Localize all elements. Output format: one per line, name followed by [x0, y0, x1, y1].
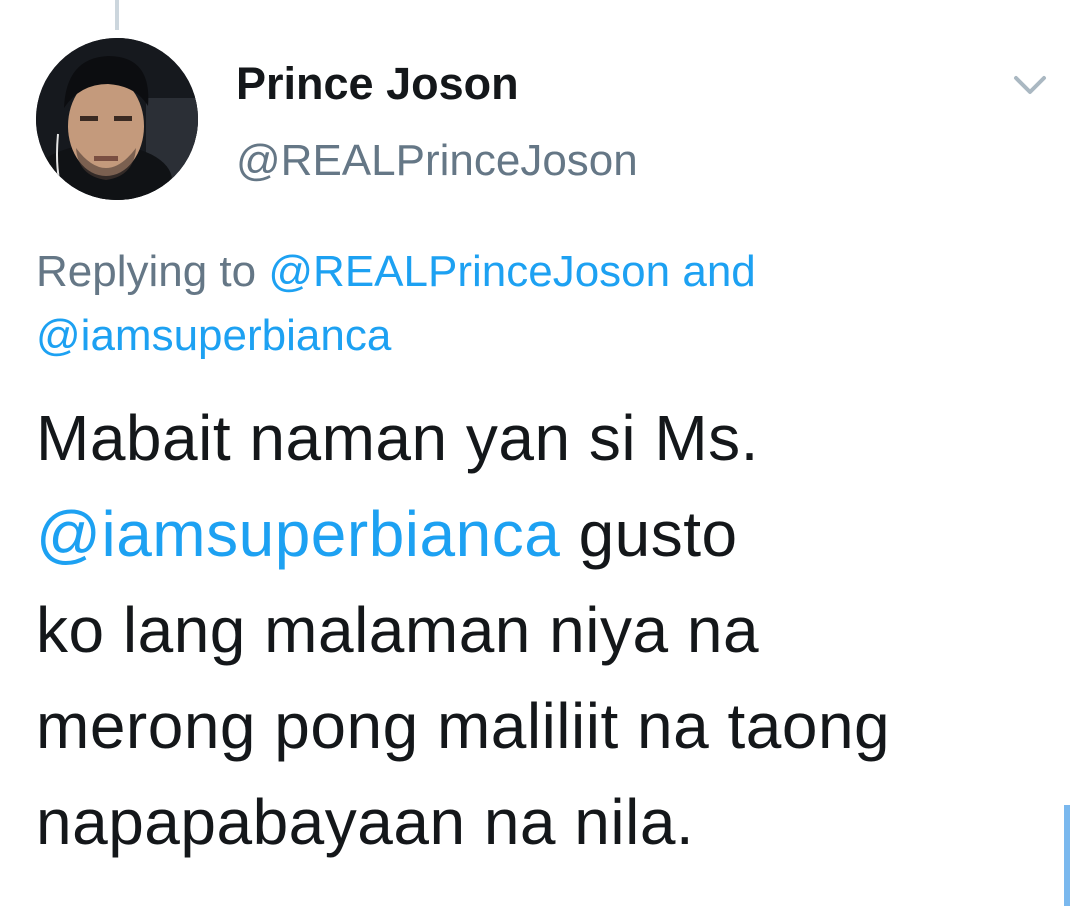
tweet-line-1: Mabait naman yan si Ms.	[36, 402, 759, 474]
tweet-mention[interactable]: @iamsuperbianca	[36, 498, 560, 570]
tweet-menu-button[interactable]	[1006, 68, 1054, 104]
chevron-down-icon	[1014, 76, 1046, 94]
scrollbar[interactable]	[1064, 805, 1070, 906]
tweet-line-4: merong pong maliliit na taong	[36, 690, 891, 762]
avatar-photo	[36, 38, 198, 200]
reply-context: Replying to @REALPrinceJoson and @iamsup…	[36, 240, 1036, 368]
tweet-line-3: ko lang malaman niya na	[36, 594, 760, 666]
avatar[interactable]	[36, 38, 198, 200]
reply-mention-author[interactable]: @REALPrinceJoson	[268, 247, 670, 296]
author-handle[interactable]: @REALPrinceJoson	[236, 136, 638, 186]
tweet-line-5: napapabayaan na nila.	[36, 786, 695, 858]
tweet-line-2-text: gusto	[560, 498, 738, 570]
author-display-name[interactable]: Prince Joson	[236, 58, 519, 110]
reply-prefix: Replying to	[36, 247, 257, 296]
tweet-line-2: @iamsuperbianca gusto	[36, 486, 1056, 582]
thread-connector-line	[115, 0, 119, 30]
tweet-body: Mabait naman yan si Ms. @iamsuperbianca …	[36, 390, 1056, 870]
